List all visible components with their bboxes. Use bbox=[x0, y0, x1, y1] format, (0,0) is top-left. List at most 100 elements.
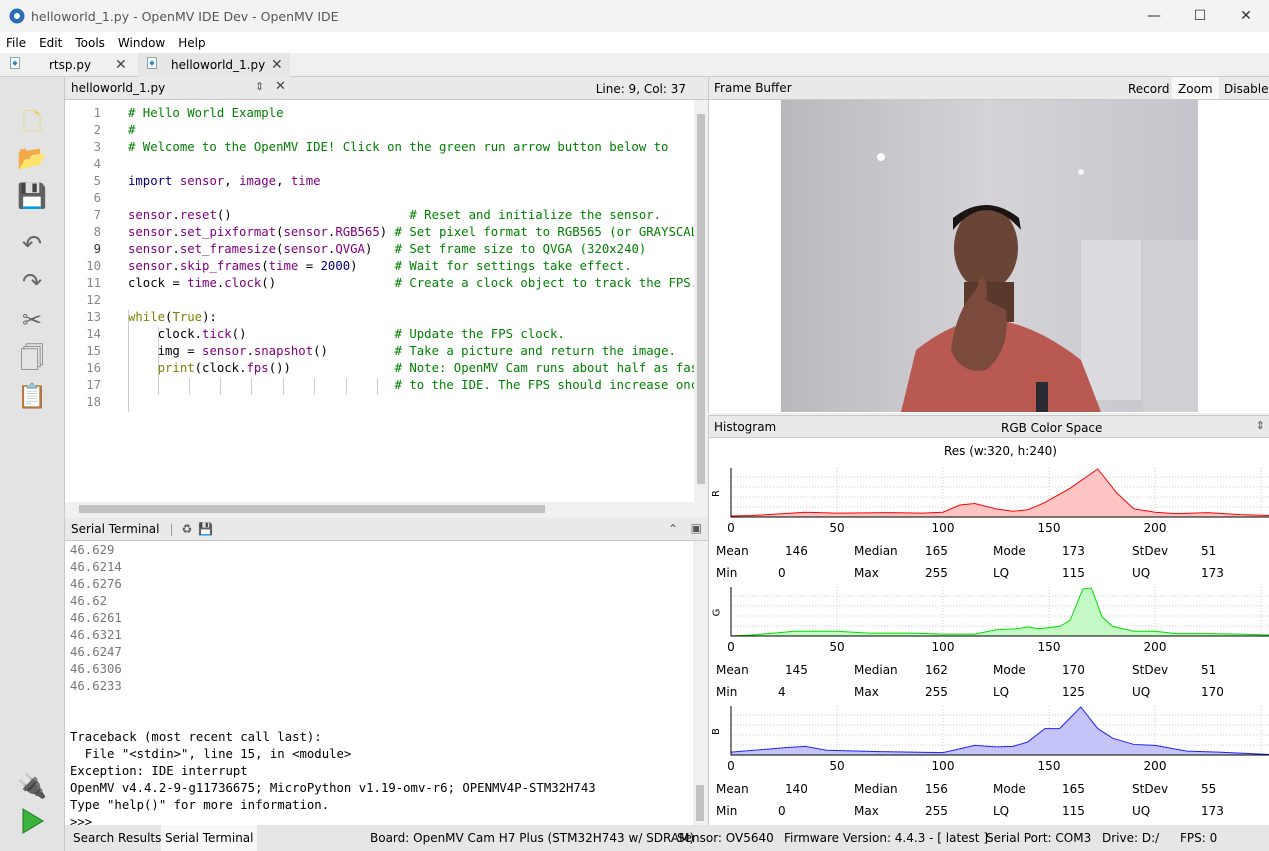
serial-port-status: Serial Port: COM3 bbox=[986, 831, 1092, 845]
x-tick-label: 150 bbox=[1037, 640, 1061, 654]
code-token: ) bbox=[364, 242, 395, 256]
select-arrows-icon[interactable]: ⇕ bbox=[1256, 419, 1265, 432]
code-editor[interactable]: 1 # Hello World Example 2 #3 # Welcome to th… bbox=[65, 100, 694, 502]
code-token: () bbox=[313, 344, 395, 358]
paste-icon[interactable]: 📋 bbox=[17, 381, 47, 411]
code-token: set_framesize bbox=[179, 242, 277, 256]
menu-edit[interactable]: Edit bbox=[39, 36, 62, 50]
indent-guide bbox=[346, 378, 347, 395]
code-line: clock = time.clock() # Create a clock ob… bbox=[128, 276, 694, 290]
maximize-button[interactable]: ☐ bbox=[1177, 0, 1223, 32]
code-line: sensor.skip_frames(time = 2000) # Wait f… bbox=[128, 259, 631, 273]
code-token: , bbox=[276, 174, 291, 188]
python-file-icon: ◆ bbox=[147, 57, 157, 69]
terminal-line: Traceback (most recent call last): bbox=[70, 730, 322, 744]
x-tick-label: 200 bbox=[1143, 640, 1167, 654]
line-number: 11 bbox=[86, 276, 101, 290]
firmware-status[interactable]: Firmware Version: 4.4.3 - [ latest ] bbox=[784, 831, 988, 845]
save-terminal-icon[interactable]: 💾 bbox=[198, 522, 213, 536]
x-tick-label: 200 bbox=[1143, 759, 1167, 773]
menu-window[interactable]: Window bbox=[118, 36, 165, 50]
code-token: import bbox=[128, 174, 173, 188]
copy-icon[interactable]: 🗍 bbox=[17, 343, 47, 373]
stat-label: Mean bbox=[716, 663, 749, 677]
x-tick-label: 100 bbox=[931, 640, 955, 654]
stat-value: 0 bbox=[778, 566, 786, 580]
serial-terminal-output[interactable]: 46.629 46.6214 46.6276 46.62 46.6261 46.6321 4… bbox=[65, 541, 693, 825]
code-line: print(clock.fps()) # Note: OpenMV Cam ru… bbox=[128, 361, 694, 375]
stat-label: Max bbox=[854, 566, 879, 580]
terminal-line: 46.6261 bbox=[70, 611, 122, 625]
line-number: 13 bbox=[86, 310, 101, 324]
connect-icon[interactable]: 🔌 bbox=[17, 771, 47, 801]
stat-value: 173 bbox=[1201, 804, 1224, 818]
code-token: # Create a clock object to track the FPS… bbox=[394, 276, 694, 290]
search-results-tab[interactable]: Search Results bbox=[73, 831, 161, 845]
stat-value: 156 bbox=[925, 782, 948, 796]
undo-icon[interactable]: ↶ bbox=[17, 229, 47, 259]
stat-value: 146 bbox=[785, 544, 808, 558]
frame-buffer-view bbox=[708, 100, 1269, 413]
code-token: ( bbox=[261, 259, 269, 273]
stat-label: UQ bbox=[1132, 804, 1151, 818]
editor-vertical-scrollbar[interactable] bbox=[694, 100, 708, 502]
tab-rtsp[interactable]: ◆ rtsp.py ✕ bbox=[0, 53, 135, 77]
histogram-r-line bbox=[730, 468, 1269, 517]
editor-file-name[interactable]: helloworld_1.py bbox=[71, 81, 165, 95]
stat-label: Mean bbox=[716, 782, 749, 796]
terminal-scrollbar[interactable] bbox=[693, 541, 708, 825]
x-tick-label: 100 bbox=[931, 521, 955, 535]
line-number: 6 bbox=[93, 191, 101, 205]
code-token: clock. bbox=[128, 327, 203, 341]
close-tab-icon[interactable]: ✕ bbox=[271, 57, 283, 73]
code-token: # bbox=[128, 123, 136, 137]
collapse-icon[interactable]: ⌃ bbox=[668, 522, 678, 536]
serial-terminal-tab[interactable]: Serial Terminal bbox=[161, 825, 258, 851]
stat-label: Mode bbox=[993, 782, 1026, 796]
zoom-button[interactable]: Zoom bbox=[1172, 77, 1219, 99]
new-file-icon[interactable]: 🗋 bbox=[17, 107, 47, 137]
minimize-button[interactable]: — bbox=[1131, 0, 1177, 32]
editor-horizontal-scrollbar[interactable] bbox=[65, 502, 694, 516]
histogram-panel: Res (w:320, h:240) R 0 50 100 150 200 Mean 146 M… bbox=[708, 438, 1269, 825]
stat-value: 115 bbox=[1062, 804, 1085, 818]
stat-value: 51 bbox=[1201, 544, 1217, 558]
frame-buffer-title: Frame Buffer bbox=[714, 81, 792, 95]
code-token: # Reset and initialize the sensor. bbox=[409, 208, 662, 222]
stat-label: LQ bbox=[993, 804, 1010, 818]
code-token: ) bbox=[350, 259, 395, 273]
redo-icon[interactable]: ↷ bbox=[17, 267, 47, 297]
menu-tools[interactable]: Tools bbox=[75, 36, 105, 50]
code-token: print bbox=[157, 361, 195, 375]
disable-button[interactable]: Disable bbox=[1224, 82, 1269, 96]
menu-help[interactable]: Help bbox=[178, 36, 205, 50]
stat-label: Mode bbox=[993, 544, 1026, 558]
stat-value: 170 bbox=[1201, 685, 1224, 699]
tab-helloworld[interactable]: ◆ helloworld_1.py ✕ bbox=[138, 53, 290, 77]
stat-value: 0 bbox=[778, 804, 786, 818]
resolution-label: Res (w:320, h:240) bbox=[944, 444, 1057, 458]
run-button[interactable] bbox=[17, 808, 47, 838]
color-space-select[interactable]: RGB Color Space bbox=[1001, 421, 1102, 435]
close-window-button[interactable]: ✕ bbox=[1223, 0, 1269, 32]
cut-icon[interactable]: ✂ bbox=[17, 305, 47, 335]
save-icon[interactable]: 💾 bbox=[17, 181, 47, 211]
line-number: 14 bbox=[86, 327, 101, 341]
tab-label: rtsp.py bbox=[49, 58, 92, 72]
window-title: helloworld_1.py - OpenMV IDE Dev - OpenM… bbox=[31, 8, 339, 24]
line-number: 16 bbox=[86, 361, 101, 375]
close-editor-icon[interactable]: ✕ bbox=[275, 79, 286, 94]
menu-file[interactable]: File bbox=[6, 36, 26, 50]
code-token: ) bbox=[379, 225, 395, 239]
code-token: snapshot bbox=[253, 344, 314, 358]
pane-menu-icon[interactable]: ▣ bbox=[691, 521, 702, 535]
clear-terminal-icon[interactable]: ♻ bbox=[182, 522, 193, 536]
file-select-arrows-icon[interactable]: ⇕ bbox=[255, 80, 264, 93]
terminal-line: Exception: IDE interrupt bbox=[70, 764, 248, 778]
x-tick-label: 0 bbox=[727, 521, 735, 535]
record-button[interactable]: Record bbox=[1128, 82, 1169, 96]
code-token: # Update the FPS clock. bbox=[394, 327, 565, 341]
open-folder-icon[interactable]: 📂 bbox=[17, 143, 47, 173]
indent-guide bbox=[251, 378, 252, 395]
close-tab-icon[interactable]: ✕ bbox=[115, 57, 127, 73]
